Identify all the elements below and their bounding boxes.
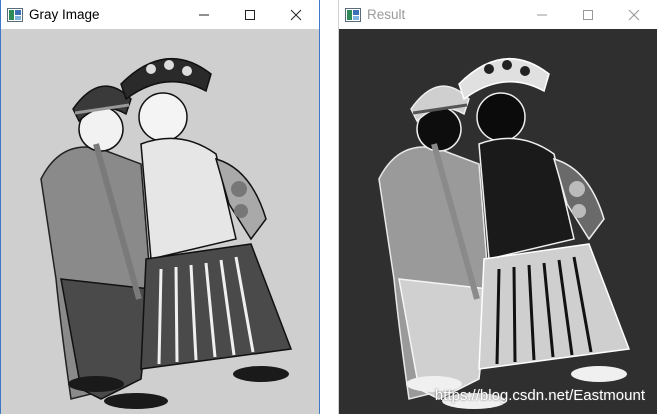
- maximize-icon: [245, 9, 255, 20]
- close-button[interactable]: [611, 0, 657, 29]
- maximize-icon: [583, 9, 593, 20]
- app-icon: [7, 7, 23, 22]
- minimize-button[interactable]: [181, 0, 227, 29]
- maximize-button[interactable]: [565, 0, 611, 29]
- window-title: Gray Image: [29, 7, 100, 22]
- window-title: Result: [367, 7, 406, 22]
- minimize-button[interactable]: [519, 0, 565, 29]
- minimize-icon: [199, 14, 209, 15]
- app-icon: [345, 7, 361, 22]
- gray-image-illustration: [40, 57, 293, 409]
- gray-image-canvas: [1, 29, 319, 414]
- watermark-text: https://blog.csdn.net/Eastmount: [434, 387, 645, 404]
- minimize-icon: [537, 14, 547, 15]
- result-image-illustration: [378, 57, 631, 409]
- maximize-button[interactable]: [227, 0, 273, 29]
- gray-image-window: Gray Image: [0, 0, 320, 414]
- close-icon: [290, 9, 302, 20]
- result-image-canvas: https://blog.csdn.net/Eastmount: [339, 29, 657, 414]
- result-titlebar[interactable]: Result: [339, 0, 657, 29]
- result-window: Result https://blog.csdn.net/Eastmount: [338, 0, 657, 414]
- close-button[interactable]: [273, 0, 319, 29]
- gray-image-titlebar[interactable]: Gray Image: [1, 0, 319, 29]
- close-icon: [628, 9, 640, 20]
